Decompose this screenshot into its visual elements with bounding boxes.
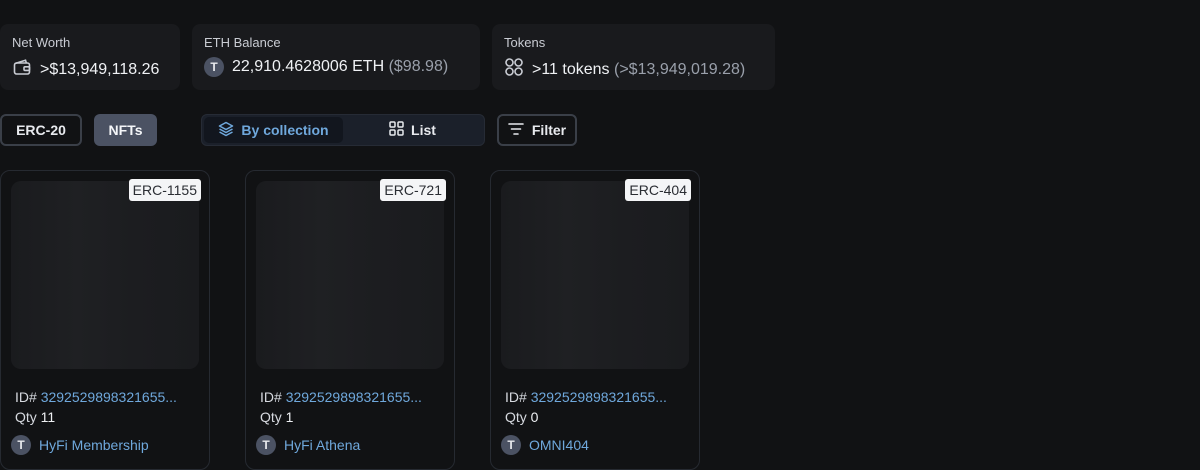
tokens-label: Tokens xyxy=(504,35,546,50)
nft-collection[interactable]: T HyFi Membership xyxy=(11,435,149,455)
nft-qty-value: 1 xyxy=(285,409,294,425)
view-mode-toggle: By collection List xyxy=(201,114,485,146)
nft-id-row: ID# 3292529898321655... xyxy=(260,389,422,405)
eth-balance-usd: ($98.98) xyxy=(388,58,449,75)
nft-qty-row: Qty 11 xyxy=(15,409,55,425)
nft-image xyxy=(11,181,199,369)
nft-card[interactable]: ERC-721 ID# 3292529898321655... Qty 1 T … xyxy=(245,170,455,470)
filter-icon xyxy=(508,122,524,139)
nft-card[interactable]: ERC-404 ID# 3292529898321655... Qty 0 T … xyxy=(490,170,700,470)
layers-icon xyxy=(218,121,234,140)
nft-id-link[interactable]: 3292529898321655... xyxy=(531,389,667,405)
net-worth-card: Net Worth >$13,949,118.26 xyxy=(0,24,180,90)
nft-id-link[interactable]: 3292529898321655... xyxy=(286,389,422,405)
wallet-icon xyxy=(12,57,32,82)
collection-badge: T xyxy=(256,435,276,455)
by-collection-label: By collection xyxy=(241,122,329,138)
nft-card[interactable]: ERC-1155 ID# 3292529898321655... Qty 11 … xyxy=(0,170,210,470)
filter-label: Filter xyxy=(531,122,567,138)
nft-id-link[interactable]: 3292529898321655... xyxy=(41,389,177,405)
nft-standard-badge: ERC-721 xyxy=(380,179,446,201)
nfts-tab[interactable]: NFTs xyxy=(94,114,157,146)
nft-id-prefix: ID# xyxy=(260,389,282,405)
toolbar: ERC-20 NFTs By collection List Filter xyxy=(0,114,1200,146)
eth-balance-label: ETH Balance xyxy=(204,35,281,50)
nft-qty-value: 11 xyxy=(40,409,56,425)
collection-badge: T xyxy=(11,435,31,455)
collection-name[interactable]: OMNI404 xyxy=(529,437,589,453)
nft-id-prefix: ID# xyxy=(505,389,527,405)
nft-collection[interactable]: T HyFi Athena xyxy=(256,435,360,455)
nft-qty-label: Qty xyxy=(260,409,282,425)
tokens-usd: (>$13,949,019.28) xyxy=(614,60,746,78)
nft-image xyxy=(501,181,689,369)
collection-name[interactable]: HyFi Membership xyxy=(39,437,149,453)
eth-token-badge: T xyxy=(204,57,224,77)
tokens-card: Tokens >11 tokens (>$13,949,019.28) xyxy=(492,24,775,90)
nft-qty-row: Qty 0 xyxy=(505,409,538,425)
filter-button[interactable]: Filter xyxy=(497,114,577,146)
nft-standard-badge: ERC-1155 xyxy=(128,179,201,201)
list-label: List xyxy=(411,122,436,138)
collection-badge: T xyxy=(501,435,521,455)
by-collection-button[interactable]: By collection xyxy=(204,117,343,143)
erc20-tab[interactable]: ERC-20 xyxy=(0,114,82,146)
tokens-grid-icon xyxy=(504,57,524,82)
eth-balance-card: ETH Balance T 22,910.4628006 ETH ($98.98… xyxy=(192,24,480,90)
nft-id-prefix: ID# xyxy=(15,389,37,405)
eth-balance-value: 22,910.4628006 ETH xyxy=(232,58,385,75)
collection-name[interactable]: HyFi Athena xyxy=(284,437,360,453)
nft-image xyxy=(256,181,444,369)
list-button[interactable]: List xyxy=(343,117,482,143)
net-worth-value: >$13,949,118.26 xyxy=(40,60,160,78)
nft-qty-value: 0 xyxy=(530,409,539,425)
nft-id-row: ID# 3292529898321655... xyxy=(505,389,667,405)
nft-standard-badge: ERC-404 xyxy=(625,179,691,201)
stats-row: Net Worth >$13,949,118.26 ETH Balance T … xyxy=(0,24,775,90)
nft-collection[interactable]: T OMNI404 xyxy=(501,435,589,455)
grid-icon xyxy=(389,121,404,139)
nft-id-row: ID# 3292529898321655... xyxy=(15,389,177,405)
nft-qty-label: Qty xyxy=(15,409,37,425)
nft-qty-row: Qty 1 xyxy=(260,409,293,425)
nft-qty-label: Qty xyxy=(505,409,527,425)
net-worth-label: Net Worth xyxy=(12,35,71,50)
tokens-value: >11 tokens xyxy=(532,60,610,78)
